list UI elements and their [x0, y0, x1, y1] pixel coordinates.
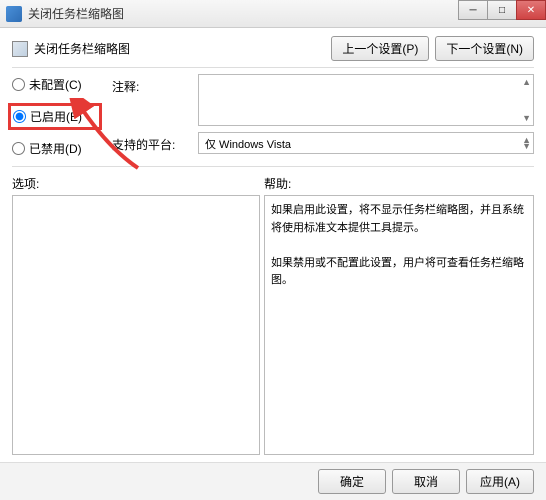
panes-row: 如果启用此设置，将不显示任务栏缩略图，并且系统将使用标准文本提供工具提示。 如果…: [12, 195, 534, 455]
separator: [12, 67, 534, 68]
radio-disabled[interactable]: 已禁用(D): [12, 140, 102, 157]
window-title: 关闭任务栏缩略图: [28, 5, 124, 22]
close-button[interactable]: ✕: [516, 0, 546, 20]
options-label: 选项:: [12, 175, 264, 192]
window-controls: ─ □ ✕: [459, 0, 546, 20]
help-paragraph: 如果禁用或不配置此设置，用户将可查看任务栏缩略图。: [271, 255, 527, 290]
ok-button[interactable]: 确定: [318, 469, 386, 494]
radio-disabled-label: 已禁用(D): [29, 140, 82, 157]
cancel-button[interactable]: 取消: [392, 469, 460, 494]
dialog-content: 关闭任务栏缩略图 上一个设置(P) 下一个设置(N) 未配置(C) 已启用(E)…: [0, 28, 546, 463]
radio-not-configured-label: 未配置(C): [29, 76, 82, 93]
radio-group: 未配置(C) 已启用(E) 已禁用(D): [12, 74, 102, 157]
separator: [12, 166, 534, 167]
scroll-down-icon[interactable]: ▼: [522, 141, 531, 151]
minimize-button[interactable]: ─: [458, 0, 488, 20]
radio-enabled[interactable]: 已启用(E): [13, 108, 93, 125]
options-pane: [12, 195, 260, 455]
help-label: 帮助:: [264, 175, 291, 192]
scroll-down-icon[interactable]: ▼: [522, 113, 531, 123]
comment-field-row: 注释: ▲ ▼: [112, 74, 534, 126]
comment-textarea[interactable]: ▲ ▼: [198, 74, 534, 126]
platform-label: 支持的平台:: [112, 132, 192, 153]
radio-disabled-input[interactable]: [12, 142, 25, 155]
config-row: 未配置(C) 已启用(E) 已禁用(D) 注释: ▲ ▼: [12, 74, 534, 160]
next-setting-button[interactable]: 下一个设置(N): [435, 36, 534, 61]
maximize-button[interactable]: □: [487, 0, 517, 20]
platform-field-row: 支持的平台: 仅 Windows Vista ▲ ▼: [112, 132, 534, 154]
help-pane: 如果启用此设置，将不显示任务栏缩略图，并且系统将使用标准文本提供工具提示。 如果…: [264, 195, 534, 455]
policy-title: 关闭任务栏缩略图: [34, 40, 130, 57]
scroll-up-icon[interactable]: ▲: [522, 77, 531, 87]
annotation-highlight: 已启用(E): [8, 103, 102, 130]
title-bar: 关闭任务栏缩略图 ─ □ ✕: [0, 0, 546, 28]
apply-button[interactable]: 应用(A): [466, 469, 534, 494]
comment-label: 注释:: [112, 74, 192, 95]
platform-box: 仅 Windows Vista ▲ ▼: [198, 132, 534, 154]
radio-not-configured[interactable]: 未配置(C): [12, 76, 102, 93]
help-paragraph: 如果启用此设置，将不显示任务栏缩略图，并且系统将使用标准文本提供工具提示。: [271, 202, 527, 237]
previous-setting-button[interactable]: 上一个设置(P): [331, 36, 429, 61]
dialog-footer: 确定 取消 应用(A): [0, 462, 546, 500]
radio-enabled-input[interactable]: [13, 110, 26, 123]
radio-not-configured-input[interactable]: [12, 78, 25, 91]
pane-labels: 选项: 帮助:: [12, 175, 534, 192]
app-icon: [6, 6, 22, 22]
radio-enabled-label: 已启用(E): [30, 108, 82, 125]
policy-icon: [12, 41, 28, 57]
header-row: 关闭任务栏缩略图 上一个设置(P) 下一个设置(N): [12, 36, 534, 61]
platform-value: 仅 Windows Vista: [205, 139, 291, 151]
